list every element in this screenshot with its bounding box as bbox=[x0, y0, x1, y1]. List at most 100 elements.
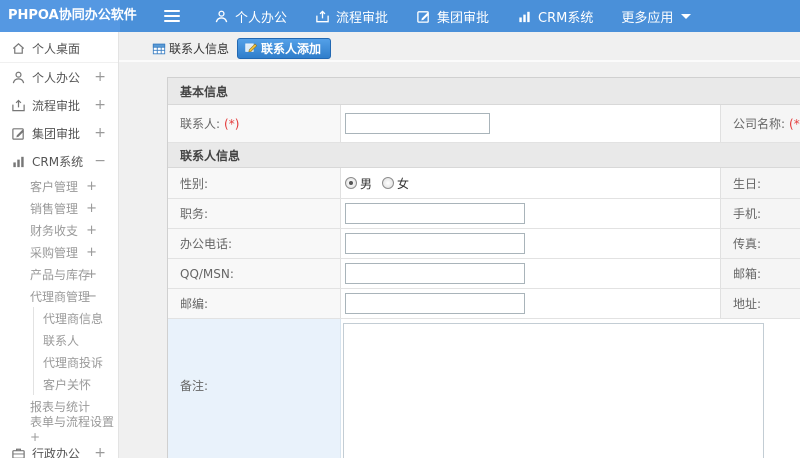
remarks-textarea[interactable] bbox=[343, 323, 764, 458]
sidebar-item-agent-info[interactable]: 代理商信息 bbox=[34, 307, 118, 329]
nav-item-group-approval[interactable]: 集团审批 bbox=[416, 7, 489, 26]
sidebar-item-personal-desktop[interactable]: 个人桌面 bbox=[0, 35, 118, 63]
field-value-cell: 男 女 bbox=[341, 168, 721, 198]
sidebar-item-label: CRM系统 bbox=[32, 154, 84, 169]
expand-icon[interactable]: + bbox=[86, 245, 97, 260]
field-label: 邮编: bbox=[180, 297, 209, 311]
job-title-input[interactable] bbox=[345, 203, 525, 224]
nav-label: 个人办公 bbox=[235, 10, 288, 26]
sidebar-item-label: 流程审批 bbox=[32, 98, 81, 113]
sidebar-item-group-approval[interactable]: 集团审批 + bbox=[0, 119, 118, 147]
sidebar-item-form-flow-settings[interactable]: 表单与流程设置+ bbox=[0, 415, 118, 444]
sidebar-item-purchase-mgmt[interactable]: 采购管理 + bbox=[0, 241, 118, 263]
sidebar-item-label: 产品与库存 bbox=[30, 267, 91, 282]
radio-label: 女 bbox=[397, 176, 410, 191]
sidebar-item-personal-office[interactable]: 个人办公 + bbox=[0, 63, 118, 91]
field-label: 传真: bbox=[733, 237, 762, 251]
nav-item-personal-office[interactable]: 个人办公 bbox=[214, 7, 287, 26]
field-label-cell: 联系人: (*) bbox=[168, 105, 341, 142]
sidebar-item-agent-complaints[interactable]: 代理商投诉 bbox=[34, 351, 118, 373]
field-value-cell bbox=[341, 259, 721, 288]
expand-icon[interactable]: + bbox=[94, 125, 106, 141]
sidebar-item-label: 个人桌面 bbox=[32, 42, 81, 56]
gender-radio-female[interactable] bbox=[382, 177, 395, 189]
form-row-office-phone: 办公电话: 传真: bbox=[168, 229, 800, 259]
person-icon bbox=[11, 70, 26, 85]
qq-msn-input[interactable] bbox=[345, 263, 525, 284]
sidebar-item-crm[interactable]: CRM系统 − bbox=[0, 147, 118, 175]
sidebar-item-label: 联系人 bbox=[43, 333, 80, 348]
field-label-cell: 手机: bbox=[721, 199, 800, 228]
collapse-icon[interactable]: − bbox=[86, 289, 97, 304]
field-label: 手机: bbox=[733, 207, 762, 221]
app-logo: PHPOA协同办公软件 bbox=[0, 0, 137, 32]
sidebar-item-label: 销售管理 bbox=[30, 201, 79, 216]
sidebar-item-label: 客户管理 bbox=[30, 179, 79, 194]
agent-submenu: 代理商信息 联系人 代理商投诉 客户关怀 bbox=[33, 307, 118, 395]
sidebar: 个人桌面 个人办公 + 流程审批 + 集团审批 + CRM系统 − 客户管理 +… bbox=[0, 32, 119, 458]
sidebar-item-label: 代理商信息 bbox=[43, 311, 104, 326]
office-phone-input[interactable] bbox=[345, 233, 525, 254]
expand-icon[interactable]: + bbox=[86, 267, 97, 282]
field-label-cell: 性别: bbox=[168, 168, 341, 198]
expand-icon[interactable]: + bbox=[94, 445, 106, 458]
sidebar-item-customer-mgmt[interactable]: 客户管理 + bbox=[0, 175, 118, 197]
field-label: 生日: bbox=[733, 176, 762, 191]
caret-down-icon bbox=[681, 13, 692, 19]
person-icon bbox=[214, 9, 229, 24]
expand-icon[interactable]: + bbox=[86, 201, 97, 216]
sidebar-item-sales-mgmt[interactable]: 销售管理 + bbox=[0, 197, 118, 219]
sidebar-item-finance[interactable]: 财务收支 + bbox=[0, 219, 118, 241]
hamburger-icon[interactable] bbox=[164, 10, 180, 22]
field-value-cell bbox=[341, 289, 721, 318]
contact-name-input[interactable] bbox=[345, 113, 490, 134]
field-label: 邮箱: bbox=[733, 267, 762, 281]
required-marker: (*) bbox=[789, 116, 800, 131]
expand-icon[interactable]: + bbox=[86, 179, 97, 194]
expand-icon[interactable]: + bbox=[86, 223, 97, 238]
field-label-cell: QQ/MSN: bbox=[168, 259, 341, 288]
postcode-input[interactable] bbox=[345, 293, 525, 314]
field-label-cell: 办公电话: bbox=[168, 229, 341, 258]
field-label-cell: 传真: bbox=[721, 229, 800, 258]
expand-icon[interactable]: + bbox=[94, 69, 106, 85]
nav-item-crm[interactable]: CRM系统 bbox=[517, 7, 593, 26]
nav-item-flow-approval[interactable]: 流程审批 bbox=[315, 7, 388, 26]
tab-label: 联系人信息 bbox=[169, 42, 230, 56]
field-label-cell: 邮编: bbox=[168, 289, 341, 318]
section-header-contact-info: 联系人信息 bbox=[168, 143, 800, 168]
field-value-cell bbox=[341, 199, 721, 228]
nav-item-more-apps[interactable]: 更多应用 bbox=[621, 7, 692, 26]
sidebar-item-admin-office[interactable]: 行政办公 + bbox=[0, 439, 118, 458]
expand-icon[interactable]: + bbox=[94, 97, 106, 113]
nav-label: 更多应用 bbox=[621, 10, 674, 26]
sidebar-item-contacts[interactable]: 联系人 bbox=[34, 329, 118, 351]
field-label-cell: 地址: bbox=[721, 289, 800, 318]
main-content: 联系人信息 联系人添加 基本信息 联系人: (*) 公司名称: (*) bbox=[119, 32, 800, 458]
tab-contact-add[interactable]: 联系人添加 bbox=[237, 38, 332, 59]
form-row-remarks: 备注: bbox=[168, 319, 800, 458]
field-value-cell bbox=[341, 319, 800, 458]
sidebar-item-label: 代理商投诉 bbox=[43, 355, 104, 370]
form-row-job-title: 职务: 手机: bbox=[168, 199, 800, 229]
gender-radio-male[interactable] bbox=[345, 177, 357, 189]
sidebar-item-label: 财务收支 bbox=[30, 223, 79, 238]
add-edit-icon bbox=[244, 40, 258, 57]
form-row-gender: 性别: 男 女 生日: bbox=[168, 168, 800, 199]
sidebar-item-agent-mgmt[interactable]: 代理商管理 − bbox=[0, 285, 118, 307]
form-row-postcode: 邮编: 地址: bbox=[168, 289, 800, 319]
radio-label: 男 bbox=[360, 176, 373, 191]
field-label-cell: 公司名称: (*) bbox=[721, 105, 800, 142]
sidebar-item-product-inventory[interactable]: 产品与库存 + bbox=[0, 263, 118, 285]
collapse-icon[interactable]: − bbox=[94, 153, 106, 169]
field-value-cell bbox=[341, 229, 721, 258]
field-label: 联系人: bbox=[180, 117, 221, 131]
nav-label: 集团审批 bbox=[437, 10, 490, 26]
edit-square-icon bbox=[416, 9, 431, 24]
sidebar-item-flow-approval[interactable]: 流程审批 + bbox=[0, 91, 118, 119]
sidebar-item-customer-care[interactable]: 客户关怀 bbox=[34, 373, 118, 395]
tab-contact-list[interactable]: 联系人信息 bbox=[152, 40, 229, 57]
field-label-cell: 备注: bbox=[168, 319, 341, 458]
bar-chart-icon bbox=[517, 9, 532, 24]
section-title: 联系人信息 bbox=[180, 148, 241, 163]
